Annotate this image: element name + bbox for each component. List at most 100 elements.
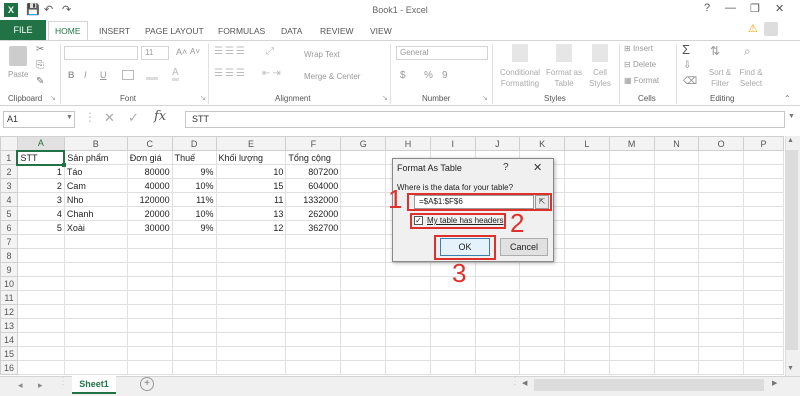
help-icon[interactable]: ? [704,2,710,14]
align-icons[interactable]: ☰☰☰ [214,68,247,79]
row-header[interactable]: 7 [0,234,18,249]
cell[interactable] [564,248,610,263]
column-header[interactable]: D [171,136,217,151]
cell[interactable] [519,332,566,347]
row-header[interactable]: 13 [0,318,18,333]
name-box-dropdown-icon[interactable]: ▼ [66,114,73,121]
font-color-icon[interactable]: A [172,68,179,81]
cell[interactable] [340,248,387,263]
row-header[interactable]: 15 [0,346,18,361]
cell[interactable] [698,248,745,263]
cell[interactable] [698,290,745,305]
cell[interactable] [429,332,476,347]
cell[interactable]: 30000 [126,220,173,235]
cell[interactable] [698,346,745,361]
cell[interactable] [564,234,610,249]
cell[interactable]: Thuế [171,150,217,165]
cell[interactable]: 10 [215,164,287,179]
cell[interactable] [653,290,700,305]
restore-button[interactable]: ❐ [750,2,760,15]
cell[interactable] [126,332,173,347]
column-header[interactable]: E [215,136,287,151]
cell[interactable]: 10% [171,206,217,221]
cell[interactable] [608,192,655,207]
cell[interactable] [215,360,287,375]
scrollbar-thumb[interactable] [786,150,798,350]
cell[interactable] [564,262,610,277]
cell[interactable]: 3 [16,192,65,207]
fill-icon[interactable]: ⇩ [683,60,691,71]
cell[interactable] [608,178,655,193]
cell[interactable] [474,304,521,319]
cell[interactable] [63,248,128,263]
cell[interactable]: STT [16,149,66,166]
cell[interactable] [608,360,655,375]
cell[interactable] [564,332,610,347]
cell[interactable] [385,276,431,291]
cell[interactable] [63,234,128,249]
confirm-entry-icon[interactable]: ✓ [128,110,139,126]
bold-button[interactable]: B [68,70,75,80]
cell[interactable] [653,192,700,207]
cell[interactable]: 4 [16,206,65,221]
cell[interactable] [340,234,387,249]
cell[interactable] [171,234,217,249]
cell[interactable] [608,346,655,361]
cell[interactable]: Tổng cộng [285,150,342,165]
cell[interactable] [743,234,784,249]
cell-styles-icon[interactable] [592,44,608,62]
cell[interactable] [340,192,387,207]
underline-button[interactable]: U [100,70,107,80]
cell[interactable] [698,234,745,249]
expand-formula-icon[interactable]: ▼ [788,113,795,120]
cell[interactable] [340,164,387,179]
cell[interactable] [16,248,65,263]
cell[interactable] [608,276,655,291]
tab-data[interactable]: DATA [281,23,302,39]
cell[interactable] [608,290,655,305]
column-header[interactable]: N [653,136,700,151]
cell[interactable] [429,304,476,319]
cell[interactable] [126,318,173,333]
cell[interactable] [698,206,745,221]
cell[interactable]: 604000 [285,178,342,193]
cell[interactable] [215,346,287,361]
column-header[interactable]: C [126,136,173,151]
cell[interactable] [340,304,387,319]
scroll-up-icon[interactable]: ▲ [787,137,794,144]
sort-filter-button[interactable]: Sort & Filter [704,67,736,89]
cell[interactable] [474,332,521,347]
cell[interactable] [564,206,610,221]
alignment-launcher-icon[interactable]: ↘ [382,94,388,102]
column-header[interactable]: H [385,136,431,151]
cell[interactable] [126,276,173,291]
cell[interactable] [126,304,173,319]
cell[interactable] [564,150,610,165]
percent-button[interactable]: % [424,70,433,81]
number-launcher-icon[interactable]: ↘ [482,94,488,102]
cell[interactable] [63,332,128,347]
cell[interactable]: 362700 [285,220,342,235]
cell[interactable] [608,332,655,347]
cell[interactable] [16,332,65,347]
conditional-formatting-button[interactable]: Conditional Formatting [496,67,544,89]
cell[interactable] [215,290,287,305]
cell[interactable] [653,332,700,347]
column-header[interactable]: K [519,136,566,151]
cell[interactable] [519,290,566,305]
minimize-button[interactable]: — [725,2,736,14]
cell[interactable] [698,332,745,347]
cell[interactable] [653,346,700,361]
cell[interactable] [698,318,745,333]
cell[interactable] [385,304,431,319]
cell[interactable] [429,346,476,361]
cell[interactable]: 262000 [285,206,342,221]
row-header[interactable]: 2 [0,164,18,179]
cell[interactable] [743,262,784,277]
row-header[interactable]: 3 [0,178,18,193]
cell[interactable] [63,304,128,319]
cell[interactable] [698,276,745,291]
scroll-right-icon[interactable]: ▶ [772,379,777,387]
fill-color-icon[interactable] [146,70,158,80]
cell[interactable] [126,290,173,305]
